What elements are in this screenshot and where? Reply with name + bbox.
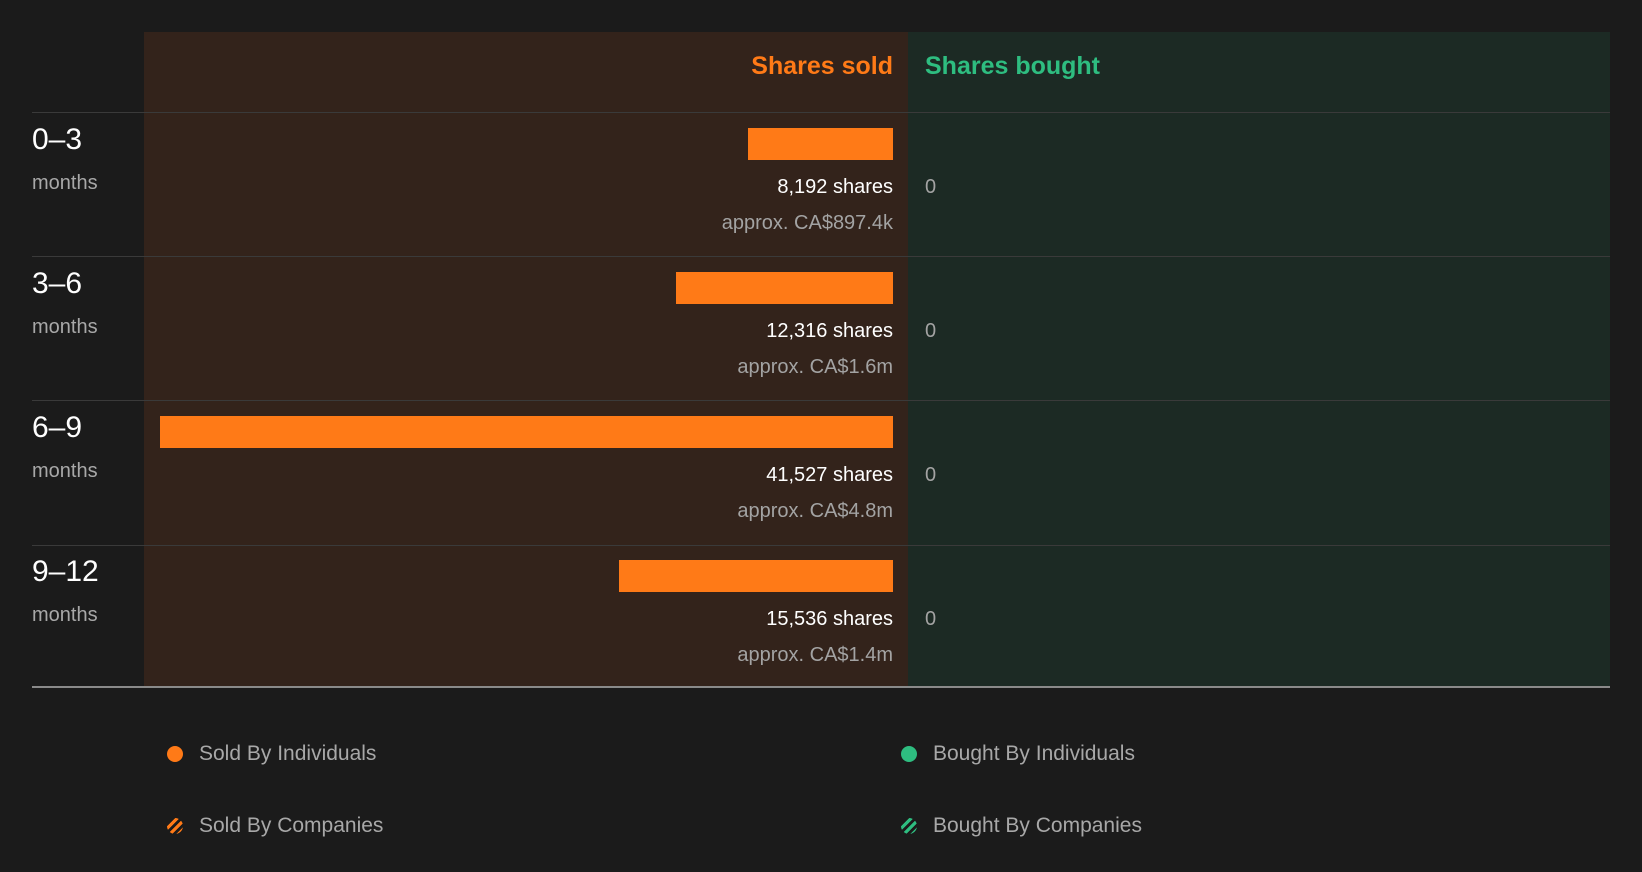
legend-swatch-icon [901,746,917,762]
period-unit: months [32,172,98,194]
chart-baseline [32,686,1610,688]
legend-swatch-icon [167,746,183,762]
shares-bought-panel [908,32,1610,687]
sold-bar[interactable] [748,128,893,160]
sold-approx-value: approx. CA$897.4k [721,212,893,234]
legend-label: Bought By Companies [933,814,1142,837]
sold-bar[interactable] [676,272,893,304]
shares-bought-header: Shares bought [925,52,1101,80]
sold-approx-value: approx. CA$4.8m [737,500,893,522]
row-divider [32,545,1610,546]
bought-shares-label: 0 [925,608,937,630]
period-unit: months [32,460,98,482]
sold-shares-label: 41,527 shares [766,464,893,486]
sold-bar[interactable] [619,560,893,592]
sold-bar[interactable] [160,416,893,448]
bought-shares-label: 0 [925,320,937,342]
period-label: 9–12 [32,555,99,588]
period-label: 3–6 [32,267,83,300]
legend-hatched-swatch-icon [901,818,917,834]
row-divider [32,112,1610,113]
legend-label: Bought By Individuals [933,742,1135,765]
sold-approx-value: approx. CA$1.4m [737,644,893,666]
legend-sold-by-individuals[interactable]: Sold By Individuals [167,742,376,766]
legend-hatched-swatch-icon [167,818,183,834]
legend-bought-by-individuals[interactable]: Bought By Individuals [901,742,1135,766]
sold-shares-label: 12,316 shares [766,320,893,342]
row-divider [32,256,1610,257]
legend-label: Sold By Individuals [199,742,377,765]
shares-sold-header: Shares sold [751,52,893,80]
bought-shares-label: 0 [925,176,937,198]
sold-shares-label: 15,536 shares [766,608,893,630]
sold-shares-label: 8,192 shares [777,176,893,198]
sold-approx-value: approx. CA$1.6m [737,356,893,378]
row-divider [32,400,1610,401]
period-unit: months [32,604,98,626]
period-unit: months [32,316,98,338]
period-label: 0–3 [32,123,83,156]
period-label: 6–9 [32,411,83,444]
legend-bought-by-companies[interactable]: Bought By Companies [901,814,1142,838]
bought-shares-label: 0 [925,464,937,486]
legend-sold-by-companies[interactable]: Sold By Companies [167,814,383,838]
legend-label: Sold By Companies [199,814,384,837]
